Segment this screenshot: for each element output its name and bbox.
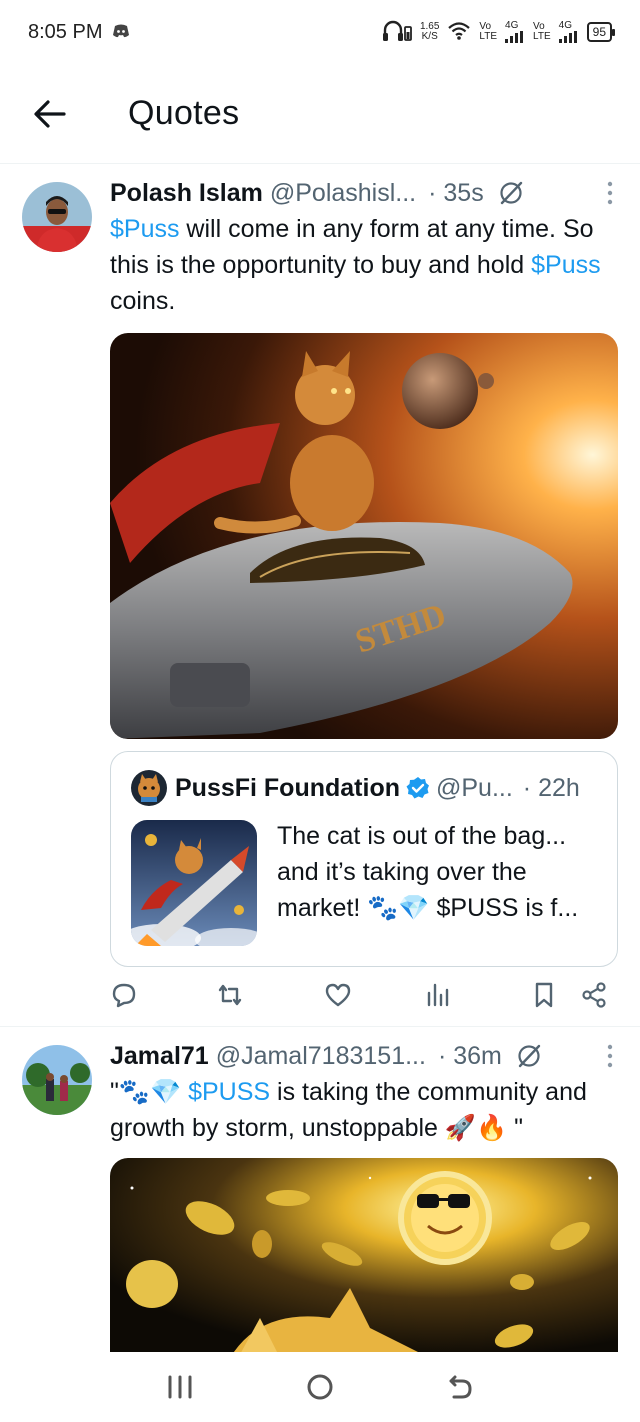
quote-time[interactable]: · 22h bbox=[523, 774, 580, 803]
cashtag-link[interactable]: $Puss bbox=[531, 251, 600, 279]
quote-text: The cat is out of the bag... and it’s ta… bbox=[277, 822, 579, 922]
sim1-label: Vo LTE bbox=[479, 22, 497, 42]
post-text: "🐾💎 $PUSS is taking the community and gr… bbox=[110, 1074, 618, 1146]
more-options-icon[interactable] bbox=[606, 180, 618, 206]
page-title: Quotes bbox=[128, 94, 240, 132]
post-image[interactable] bbox=[110, 1158, 618, 1352]
author-handle[interactable]: @Jamal7183151... bbox=[216, 1042, 426, 1071]
arrow-left-icon bbox=[34, 99, 66, 128]
sim2-generation: 4G bbox=[558, 20, 572, 31]
sim1-generation: 4G bbox=[505, 20, 519, 31]
like-button[interactable] bbox=[324, 981, 352, 1009]
back-curve-icon bbox=[449, 1375, 472, 1399]
author-handle[interactable]: @Polashisl... bbox=[270, 179, 416, 208]
reply-button[interactable] bbox=[110, 981, 138, 1009]
post[interactable]: Jamal71 @Jamal7183151... · 36m "🐾💎 $PUSS… bbox=[0, 1028, 640, 1352]
post-text-segment: coins. bbox=[110, 287, 176, 315]
bookmark-button[interactable] bbox=[530, 981, 558, 1009]
analytics-icon bbox=[427, 983, 449, 1007]
quote-author-name[interactable]: PussFi Foundation bbox=[175, 774, 400, 803]
post-text-segment: "🐾💎 bbox=[110, 1078, 189, 1106]
views-button[interactable] bbox=[424, 981, 452, 1009]
system-nav-bar bbox=[0, 1352, 640, 1422]
reply-icon bbox=[112, 983, 136, 1008]
signal-icon bbox=[558, 31, 577, 43]
battery-icon: 95 bbox=[586, 22, 616, 42]
cashtag-link[interactable]: $PUSS bbox=[188, 1078, 270, 1106]
quote-avatar[interactable] bbox=[131, 770, 167, 806]
quoted-post[interactable]: PussFi Foundation @Pu... · 22h The cat i… bbox=[110, 751, 618, 967]
repost-icon bbox=[218, 984, 242, 1006]
network-speed: 1.65 K/S bbox=[420, 22, 439, 42]
grok-icon[interactable] bbox=[498, 180, 524, 206]
bookmark-icon bbox=[535, 982, 553, 1008]
post[interactable]: Polash Islam @Polashisl... · 35s $Puss w… bbox=[0, 165, 640, 1027]
post-time[interactable]: · 36m bbox=[438, 1042, 502, 1071]
post-actions bbox=[110, 975, 618, 1015]
sim1-signal: 4G bbox=[505, 21, 525, 43]
share-button[interactable] bbox=[580, 981, 608, 1009]
sim2-label: Vo LTE bbox=[533, 22, 551, 42]
wifi-icon bbox=[447, 21, 471, 44]
avatar[interactable] bbox=[22, 1045, 92, 1115]
back-button[interactable] bbox=[0, 64, 100, 164]
menu-icon bbox=[168, 1375, 192, 1399]
verified-badge-icon bbox=[406, 776, 430, 800]
signal-icon bbox=[505, 31, 524, 43]
sim2-signal: 4G bbox=[558, 20, 579, 43]
repost-button[interactable] bbox=[216, 981, 244, 1009]
discord-icon bbox=[112, 21, 130, 44]
home-circle-icon bbox=[307, 1374, 333, 1400]
home-button[interactable] bbox=[290, 1357, 350, 1417]
avatar[interactable] bbox=[22, 182, 92, 252]
grok-icon[interactable] bbox=[516, 1043, 542, 1069]
more-options-icon[interactable] bbox=[606, 1043, 618, 1069]
recent-apps-button[interactable] bbox=[150, 1357, 210, 1417]
quote-thumbnail[interactable] bbox=[131, 820, 257, 946]
sim2-lte: LTE bbox=[533, 31, 551, 42]
speed-unit: K/S bbox=[421, 31, 438, 42]
post-image[interactable]: STHD bbox=[110, 333, 618, 739]
top-app-bar: Quotes bbox=[0, 64, 640, 164]
post-text: $Puss will come in any form at any time.… bbox=[110, 211, 618, 319]
post-text-segment: will come in any form at any time. So th… bbox=[110, 215, 594, 279]
cashtag-link[interactable]: $Puss bbox=[110, 215, 179, 243]
status-bar: 8:05 PM 1.65 K/S Vo LTE 4G Vo LTE 4G 95 bbox=[0, 0, 640, 64]
headphones-icon bbox=[382, 20, 412, 45]
heart-icon bbox=[325, 983, 351, 1007]
sim1-lte: LTE bbox=[479, 31, 498, 42]
author-name[interactable]: Jamal71 bbox=[110, 1042, 209, 1071]
author-name[interactable]: Polash Islam bbox=[110, 179, 263, 208]
system-back-button[interactable] bbox=[430, 1357, 490, 1417]
battery-level: 95 bbox=[592, 25, 606, 39]
post-time[interactable]: · 35s bbox=[428, 179, 484, 208]
status-time: 8:05 PM bbox=[28, 20, 103, 43]
share-icon bbox=[582, 982, 606, 1008]
quote-author-handle[interactable]: @Pu... bbox=[436, 774, 513, 803]
